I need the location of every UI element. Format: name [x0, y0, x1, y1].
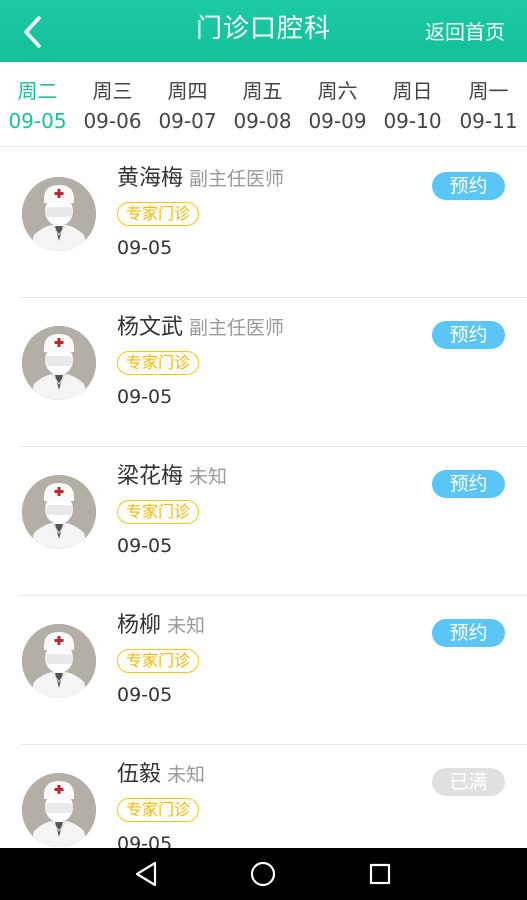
date-tab-weekday: 周一 [468, 79, 509, 103]
doctor-name-line: 杨文武 副主任医师 [117, 313, 284, 343]
doctor-row[interactable]: 黄海梅 副主任医师 专家门诊 09-05 预约 [0, 148, 527, 298]
doctor-name-line: 伍毅 未知 [117, 760, 205, 790]
doctor-name-line: 梁花梅 未知 [117, 462, 227, 492]
doctor-name: 梁花梅 [117, 464, 184, 489]
date-tab-date: 09-05 [8, 109, 67, 133]
square-recent-icon [369, 863, 391, 885]
doctor-date: 09-05 [117, 833, 173, 848]
doctor-title: 副主任医师 [189, 317, 285, 339]
home-link[interactable]: 返回首页 [425, 18, 505, 46]
nav-recent-button[interactable] [364, 858, 396, 890]
clinic-type-badge: 专家门诊 [117, 351, 200, 375]
doctor-date: 09-05 [117, 535, 173, 557]
doctor-row[interactable]: 杨文武 副主任医师 专家门诊 09-05 预约 [0, 297, 527, 447]
date-tab[interactable]: 周日 09-10 [375, 76, 450, 136]
book-button[interactable]: 预约 [432, 172, 505, 200]
doctor-row[interactable]: 杨柳 未知 专家门诊 09-05 预约 [0, 595, 527, 745]
date-tab-weekday: 周二 [17, 79, 58, 103]
system-nav-bar [0, 848, 527, 900]
date-tab-date: 09-07 [158, 109, 217, 133]
doctor-date: 09-05 [117, 386, 173, 408]
doctor-list: 黄海梅 副主任医师 专家门诊 09-05 预约 杨文武 副主任医师 专家门诊 0… [0, 148, 527, 848]
doctor-row[interactable]: 伍毅 未知 专家门诊 09-05 已满 [0, 744, 527, 848]
date-tab-weekday: 周六 [317, 79, 358, 103]
book-button[interactable]: 预约 [432, 619, 505, 647]
doctor-avatar-icon [22, 177, 96, 251]
book-button[interactable]: 预约 [432, 470, 505, 498]
doctor-name-line: 黄海梅 副主任医师 [117, 164, 284, 194]
date-tab[interactable]: 周六 09-09 [300, 76, 375, 136]
date-tabs: 周二 09-05 周三 09-06 周四 09-07 周五 09-08 周六 0… [0, 62, 527, 147]
date-tab-weekday: 周日 [392, 79, 433, 103]
doctor-name-line: 杨柳 未知 [117, 611, 205, 641]
doctor-date: 09-05 [117, 237, 173, 259]
date-tab[interactable]: 周二 09-05 [0, 76, 75, 136]
date-tab[interactable]: 周四 09-07 [150, 76, 225, 136]
date-tab-weekday: 周三 [92, 79, 133, 103]
date-tab-date: 09-09 [308, 109, 367, 133]
app-screen: 门诊口腔科 返回首页 周二 09-05 周三 09-06 周四 09-07 周五… [0, 0, 527, 900]
doctor-name: 黄海梅 [117, 166, 184, 191]
date-tab[interactable]: 周三 09-06 [75, 76, 150, 136]
date-tab-weekday: 周五 [242, 79, 283, 103]
clinic-type-badge: 专家门诊 [117, 798, 200, 822]
doctor-title: 未知 [167, 615, 206, 637]
full-button[interactable]: 已满 [432, 768, 505, 796]
doctor-avatar-icon [22, 773, 96, 847]
doctor-date: 09-05 [117, 684, 173, 706]
date-tab-date: 09-11 [459, 109, 518, 133]
doctor-title: 未知 [167, 764, 206, 786]
date-tab-date: 09-08 [233, 109, 292, 133]
doctor-name: 伍毅 [117, 762, 162, 787]
doctor-name: 杨柳 [117, 613, 162, 638]
doctor-title: 副主任医师 [189, 168, 285, 190]
date-tab[interactable]: 周一 09-11 [451, 76, 526, 136]
nav-home-button[interactable] [247, 858, 279, 890]
doctor-name: 杨文武 [117, 315, 184, 340]
clinic-type-badge: 专家门诊 [117, 202, 200, 226]
doctor-avatar-icon [22, 475, 96, 549]
nav-back-button[interactable] [130, 858, 162, 890]
date-tab-date: 09-10 [383, 109, 442, 133]
doctor-avatar-icon [22, 624, 96, 698]
date-tab-date: 09-06 [83, 109, 142, 133]
date-tab-weekday: 周四 [167, 79, 208, 103]
triangle-back-icon [135, 861, 157, 887]
circle-home-icon [250, 861, 276, 887]
doctor-avatar-icon [22, 326, 96, 400]
book-button[interactable]: 预约 [432, 321, 505, 349]
header-bar: 门诊口腔科 返回首页 [0, 0, 527, 62]
date-tab[interactable]: 周五 09-08 [225, 76, 300, 136]
doctor-row[interactable]: 梁花梅 未知 专家门诊 09-05 预约 [0, 446, 527, 596]
doctor-title: 未知 [189, 466, 228, 488]
clinic-type-badge: 专家门诊 [117, 649, 200, 673]
clinic-type-badge: 专家门诊 [117, 500, 200, 524]
